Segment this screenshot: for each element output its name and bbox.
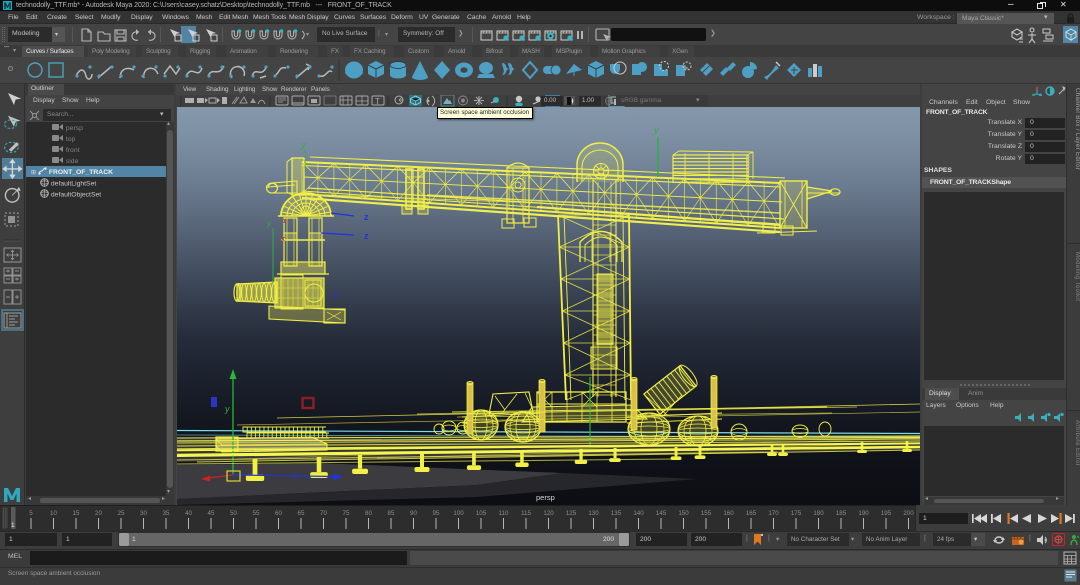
svg-text:115: 115 (521, 510, 531, 517)
svg-text:T: T (375, 97, 380, 106)
svg-text:70: 70 (320, 510, 327, 517)
svg-text:25: 25 (118, 510, 125, 517)
svg-text:55: 55 (253, 510, 260, 517)
svg-text:z: z (364, 231, 369, 241)
svg-text:x: x (281, 236, 285, 243)
svg-text:175: 175 (791, 510, 802, 517)
svg-text:135: 135 (611, 510, 622, 517)
svg-text:40: 40 (185, 510, 192, 517)
svg-text:30: 30 (140, 510, 147, 517)
svg-text:z: z (364, 212, 369, 222)
svg-text:130: 130 (588, 510, 599, 517)
svg-text:60: 60 (275, 510, 282, 517)
svg-text:190: 190 (858, 510, 869, 517)
svg-text:145: 145 (656, 510, 667, 517)
svg-text:85: 85 (388, 510, 395, 517)
svg-text:persp: persp (536, 493, 555, 502)
svg-text:110: 110 (499, 510, 509, 517)
svg-text:75: 75 (343, 510, 350, 517)
svg-text:140: 140 (633, 510, 644, 517)
svg-text:35: 35 (163, 510, 170, 517)
svg-text:y: y (300, 140, 306, 150)
svg-text:65: 65 (298, 510, 305, 517)
svg-text:80: 80 (365, 510, 372, 517)
svg-text:z: z (294, 472, 298, 481)
svg-text:15: 15 (73, 510, 80, 517)
svg-text:120: 120 (543, 510, 554, 517)
svg-text:100: 100 (453, 510, 464, 517)
svg-text:y: y (653, 125, 659, 135)
svg-text:180: 180 (813, 510, 824, 517)
svg-text:y: y (266, 219, 272, 228)
svg-text:z: z (334, 290, 338, 299)
svg-text:50: 50 (230, 510, 237, 517)
svg-text:5: 5 (29, 510, 33, 517)
svg-text:195: 195 (881, 510, 892, 517)
svg-text:160: 160 (723, 510, 734, 517)
svg-text:20: 20 (95, 510, 102, 517)
svg-text:185: 185 (836, 510, 847, 517)
svg-text:150: 150 (678, 510, 689, 517)
svg-text:45: 45 (208, 510, 215, 517)
svg-text:95: 95 (433, 510, 440, 517)
svg-text:x: x (283, 218, 287, 225)
svg-text:10: 10 (50, 510, 57, 517)
svg-text:170: 170 (768, 510, 779, 517)
svg-text:165: 165 (746, 510, 757, 517)
svg-text:1: 1 (11, 522, 15, 529)
svg-text:y: y (224, 404, 230, 414)
svg-text:200: 200 (903, 510, 914, 517)
svg-text:125: 125 (566, 510, 577, 517)
svg-text:155: 155 (701, 510, 712, 517)
svg-text:90: 90 (410, 510, 417, 517)
svg-text:105: 105 (476, 510, 487, 517)
